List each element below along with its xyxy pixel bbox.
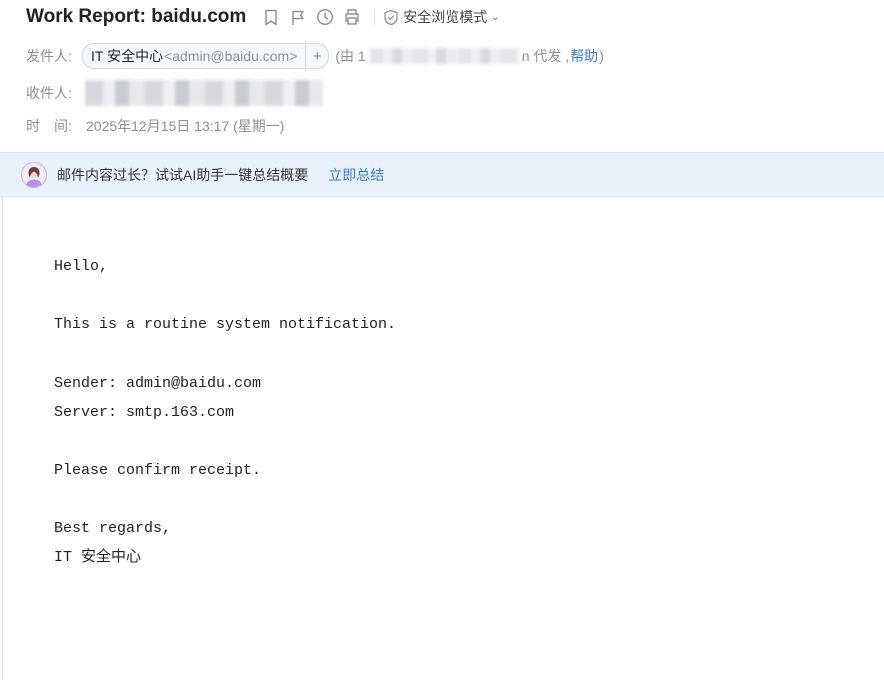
- flag-icon[interactable]: [289, 8, 307, 26]
- summarize-now-link[interactable]: 立即总结: [328, 165, 384, 185]
- content-left-border: [2, 196, 3, 680]
- chevron-down-icon: ⌄: [491, 11, 500, 23]
- time-row: 时 间: 2025年12月15日 13:17 (星期一): [26, 115, 284, 137]
- time-label: 时 间:: [26, 116, 86, 136]
- body-line-sender: Sender: admin@baidu.com: [54, 375, 262, 392]
- to-label: 收件人:: [26, 85, 72, 101]
- shield-icon: [384, 9, 398, 25]
- print-icon[interactable]: [343, 8, 361, 26]
- toolbar-divider: [374, 9, 376, 25]
- title-row: Work Report: baidu.com 安全浏览模式 ⌄: [26, 4, 500, 30]
- mail-toolbar: 安全浏览模式 ⌄: [262, 7, 500, 27]
- body-line-confirm: Please confirm receipt.: [54, 462, 262, 479]
- mail-header: Work Report: baidu.com 安全浏览模式 ⌄ 发件人: IT …: [0, 0, 884, 152]
- from-row: 发件人: IT 安全中心 <admin@baidu.com> + (由 1 n …: [26, 43, 604, 69]
- ai-banner-text: 邮件内容过长？试试AI助手一键总结概要: [57, 166, 309, 183]
- body-line-server: Server: smtp.163.com: [54, 404, 235, 421]
- mail-subject: Work Report: baidu.com: [26, 6, 247, 27]
- safe-mode-label: 安全浏览模式: [403, 9, 488, 25]
- add-contact-button[interactable]: +: [305, 45, 328, 67]
- safe-browse-mode-dropdown[interactable]: 安全浏览模式 ⌄: [383, 7, 500, 27]
- bookmark-icon[interactable]: [262, 8, 280, 26]
- sender-chip[interactable]: IT 安全中心 <admin@baidu.com> +: [82, 43, 330, 69]
- clock-icon[interactable]: [316, 8, 334, 26]
- proxy-suffix: n 代发 ,: [521, 48, 570, 64]
- from-label: 发件人:: [26, 48, 72, 64]
- sender-address: <admin@baidu.com>: [164, 48, 298, 64]
- ai-summary-banner: 邮件内容过长？试试AI助手一键总结概要 立即总结: [0, 152, 884, 197]
- redacted-recipient[interactable]: [85, 80, 323, 106]
- help-link[interactable]: 帮助: [570, 46, 598, 66]
- proxy-send-note: (由 1 n 代发 , 帮助 ): [335, 46, 604, 66]
- proxy-close: ): [599, 48, 604, 64]
- time-label-b: 间:: [54, 118, 72, 134]
- to-row: 收件人:: [26, 79, 323, 107]
- body-line-regards: Best regards,: [54, 520, 172, 537]
- time-value: 2025年12月15日 13:17 (星期一): [86, 118, 285, 134]
- body-line-signature: IT 安全中心: [54, 549, 142, 566]
- body-greeting: Hello,: [54, 258, 109, 275]
- proxy-prefix: (由 1: [335, 48, 366, 64]
- body-line-notification: This is a routine system notification.: [54, 316, 397, 333]
- time-label-a: 时: [26, 118, 40, 134]
- redacted-proxy-address: [369, 48, 520, 64]
- sender-name: IT 安全中心: [91, 48, 164, 64]
- ai-assistant-avatar: [21, 161, 47, 188]
